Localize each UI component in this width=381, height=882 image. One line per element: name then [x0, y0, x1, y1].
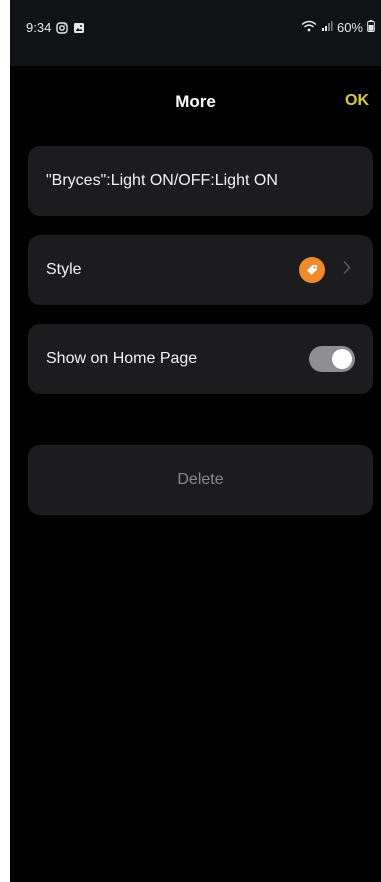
style-row[interactable]: Style — [28, 235, 373, 305]
status-bar: 9:34 60% — [10, 0, 381, 66]
status-right: 60% — [301, 20, 375, 35]
wifi-icon — [301, 20, 317, 35]
show-home-label: Show on Home Page — [46, 350, 198, 367]
status-left: 9:34 — [26, 20, 85, 35]
tag-icon — [299, 257, 325, 283]
delete-button[interactable]: Delete — [28, 445, 373, 515]
toggle-knob — [332, 349, 352, 369]
scene-name-card[interactable]: "Bryces":Light ON/OFF:Light ON — [28, 146, 373, 216]
instagram-icon — [56, 21, 69, 34]
image-icon — [73, 22, 85, 34]
show-home-row: Show on Home Page — [28, 324, 373, 394]
scene-name: "Bryces":Light ON/OFF:Light ON — [46, 172, 278, 189]
ok-button[interactable]: OK — [345, 92, 369, 110]
phone-screen: 9:34 60% More OK "Bryces":Light ON/OFF:L… — [10, 0, 381, 882]
header: More OK — [10, 84, 381, 122]
battery-icon — [367, 20, 375, 35]
chevron-right-icon — [343, 261, 351, 280]
style-label: Style — [46, 261, 82, 278]
page-title: More — [175, 92, 216, 111]
battery-text: 60% — [336, 20, 363, 35]
show-home-toggle[interactable] — [309, 346, 355, 372]
status-time: 9:34 — [26, 20, 52, 35]
delete-label: Delete — [177, 471, 224, 488]
signal-icon — [321, 20, 333, 35]
